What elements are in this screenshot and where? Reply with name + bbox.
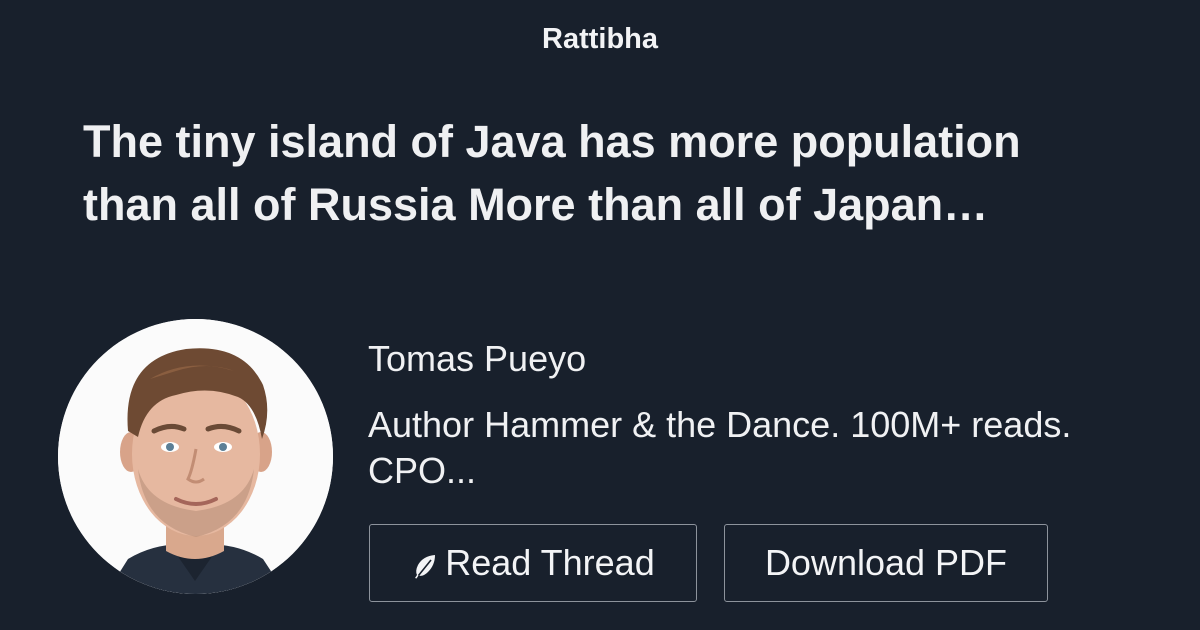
download-pdf-button[interactable]: Download PDF xyxy=(724,524,1048,602)
feather-icon xyxy=(411,552,439,580)
read-thread-label: Read Thread xyxy=(445,542,655,583)
download-pdf-label: Download PDF xyxy=(764,542,1008,583)
thread-title: The tiny island of Java has more populat… xyxy=(83,116,1021,230)
site-brand: Rattibha xyxy=(542,23,658,55)
author-avatar xyxy=(58,319,333,594)
read-thread-button[interactable]: Read Thread xyxy=(369,524,697,602)
author-name[interactable]: Tomas Pueyo xyxy=(368,336,586,382)
author-bio: Author Hammer & the Dance. 100M+ reads. … xyxy=(368,404,1072,491)
